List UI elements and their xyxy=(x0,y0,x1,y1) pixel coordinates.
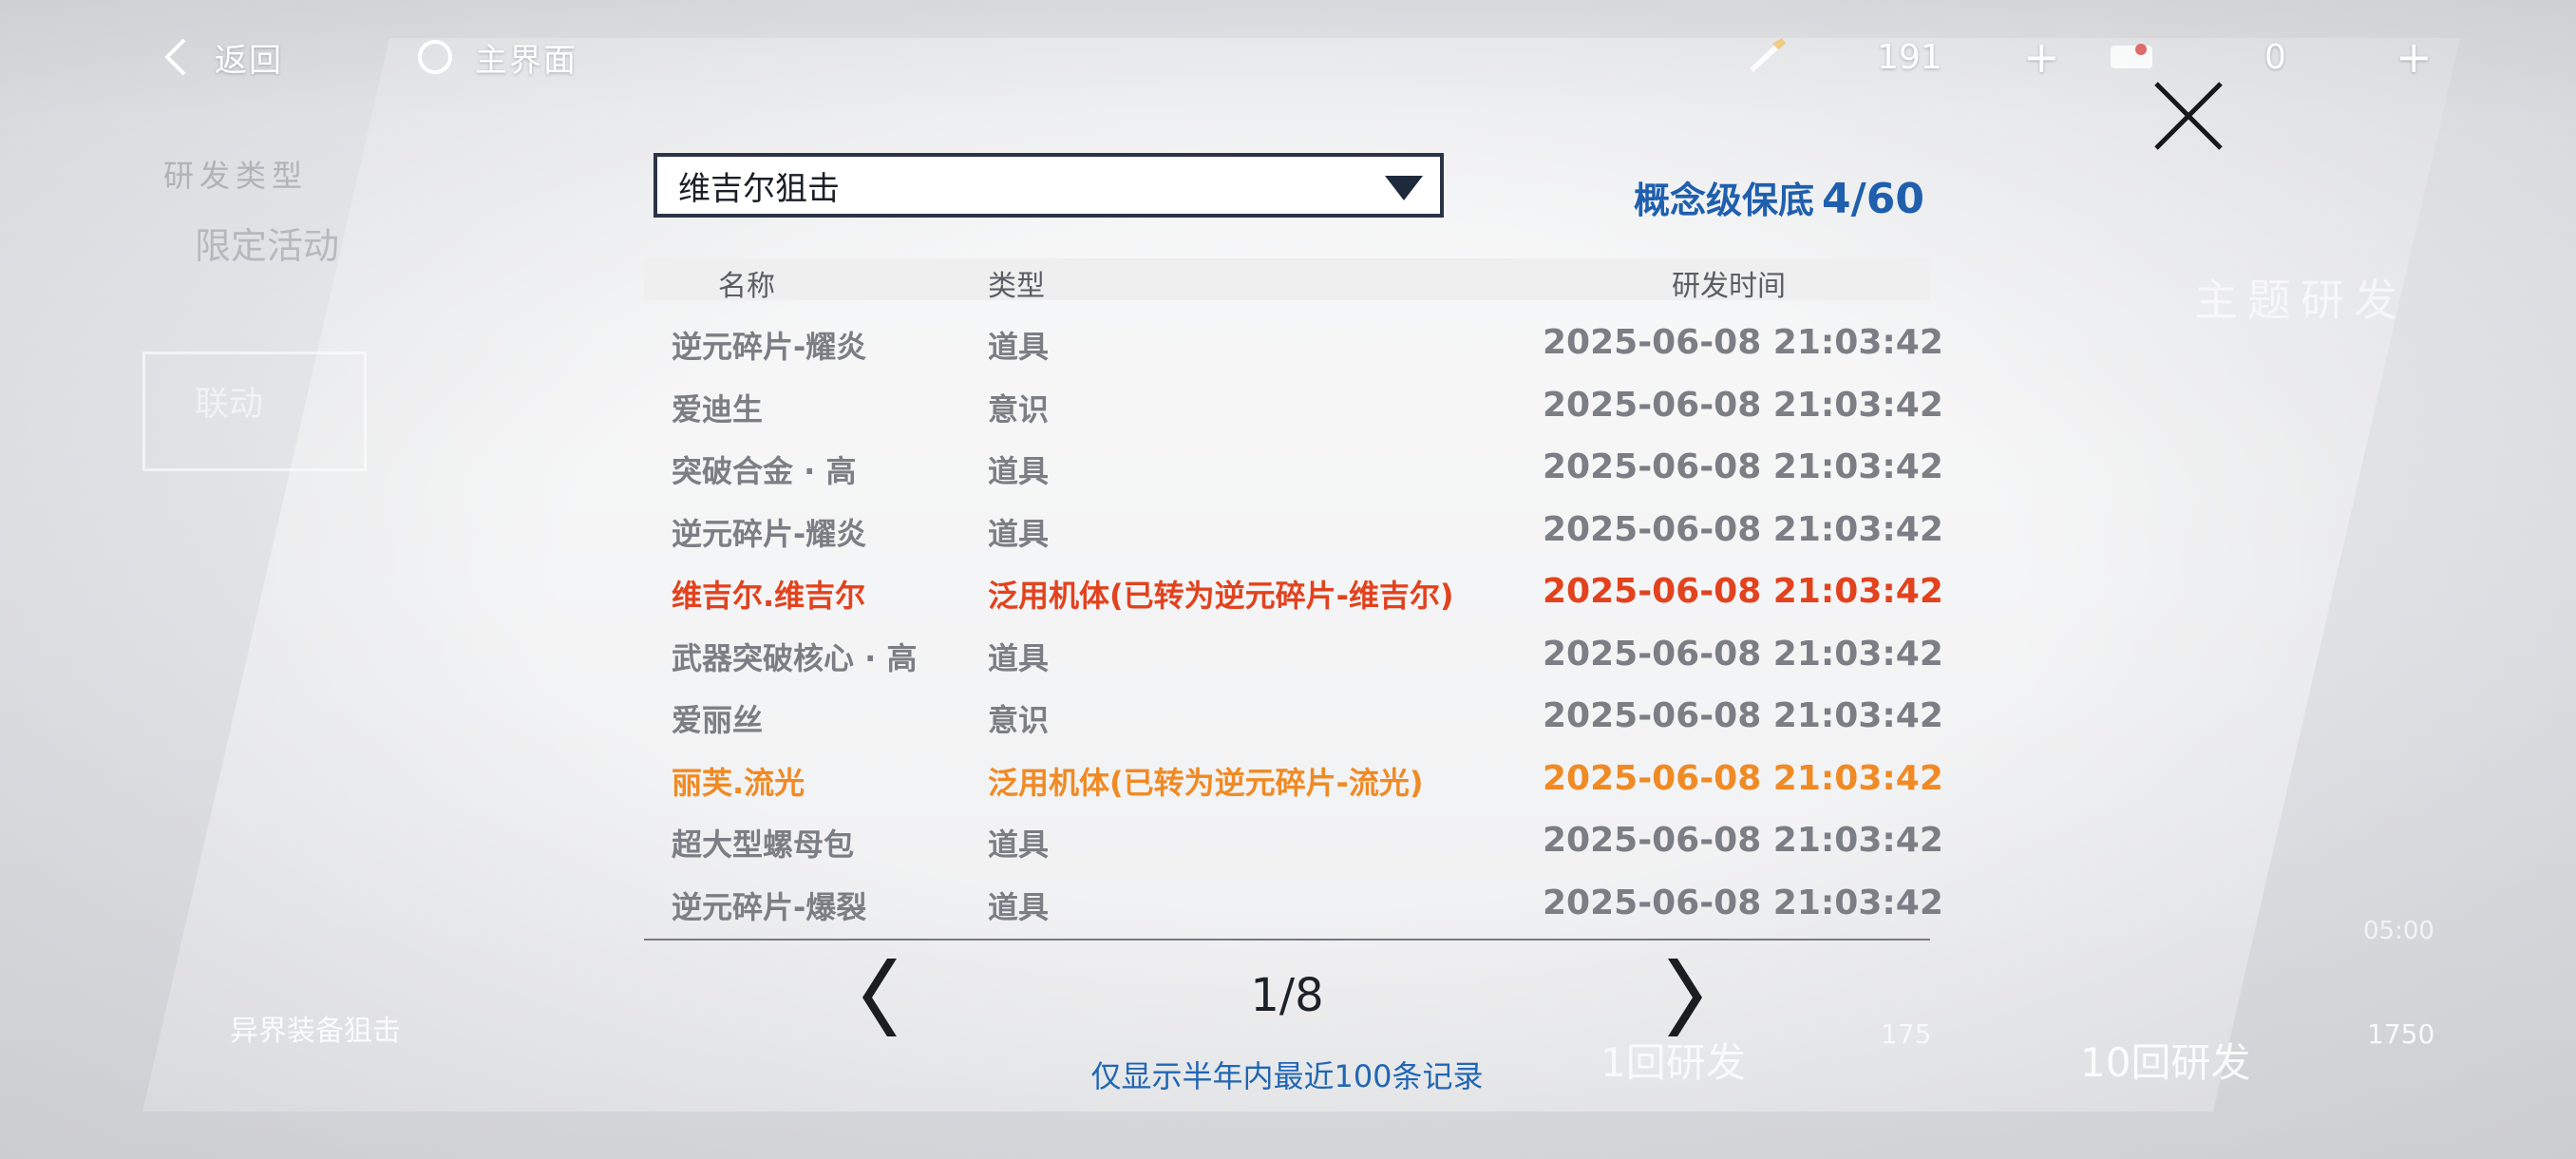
pity-value: 4/60 xyxy=(1822,175,1924,223)
record-name: 突破合金 · 高 xyxy=(672,453,857,489)
table-row: 逆元碎片-爆裂 道具 2025-06-08 21:03:42 xyxy=(644,874,1943,937)
record-name: 丽芙.流光 xyxy=(672,764,805,801)
prev-page-icon[interactable] xyxy=(855,955,912,1040)
record-name: 武器突破核心 · 高 xyxy=(672,639,918,676)
record-time: 2025-06-08 21:03:42 xyxy=(1543,385,1943,425)
bg-research-type-label: 研发类型 xyxy=(163,158,309,194)
record-name: 逆元碎片-爆裂 xyxy=(672,888,867,925)
table-divider xyxy=(644,939,1930,940)
record-type: 道具 xyxy=(988,826,1050,863)
chevron-left-icon xyxy=(164,38,186,76)
table-row: 武器突破核心 · 高 道具 2025-06-08 21:03:42 xyxy=(644,625,1943,688)
table-row: 丽芙.流光 泛用机体(已转为逆元碎片-流光) 2025-06-08 21:03:42 xyxy=(644,750,1943,812)
next-page-icon[interactable] xyxy=(1653,955,1710,1040)
bg-time: 05:00 xyxy=(2363,917,2434,945)
record-name: 逆元碎片-耀炎 xyxy=(672,515,867,552)
ticket-count: 0 xyxy=(2264,37,2286,77)
research-chip-icon xyxy=(1750,38,1786,72)
record-name: 维吉尔.维吉尔 xyxy=(672,578,866,614)
records-table: 逆元碎片-耀炎 道具 2025-06-08 21:03:42 爱迪生 意识 2025-06… xyxy=(644,314,1943,937)
table-header: 名称 类型 研发时间 xyxy=(644,258,1930,303)
record-time: 2025-06-08 21:03:42 xyxy=(1543,447,1943,486)
home-circle-icon xyxy=(418,40,452,74)
close-icon[interactable] xyxy=(2149,76,2228,156)
record-time: 2025-06-08 21:03:42 xyxy=(1543,572,1943,611)
record-time: 2025-06-08 21:03:42 xyxy=(1543,509,1943,549)
record-type: 意识 xyxy=(988,702,1050,738)
pity-counter: 概念级保底 4/60 xyxy=(1634,171,1924,223)
bg-research-10-button[interactable]: 10回研发 xyxy=(2080,1031,2250,1089)
add-research-chip-button[interactable]: + xyxy=(2023,28,2060,86)
bg-cost-1: 175 xyxy=(1881,1018,1932,1050)
table-row: 超大型螺母包 道具 2025-06-08 21:03:42 xyxy=(644,811,1943,874)
home-label: 主界面 xyxy=(475,41,578,80)
table-row: 维吉尔.维吉尔 泛用机体(已转为逆元碎片-维吉尔) 2025-06-08 21:03… xyxy=(644,562,1943,625)
record-time: 2025-06-08 21:03:42 xyxy=(1543,634,1943,674)
column-type: 类型 xyxy=(988,270,1045,303)
record-type: 泛用机体(已转为逆元碎片-流光) xyxy=(988,764,1424,801)
record-type: 道具 xyxy=(988,639,1050,676)
page-indicator: 1/8 xyxy=(1250,969,1324,1022)
back-label: 返回 xyxy=(215,41,283,80)
record-type: 道具 xyxy=(988,329,1050,365)
pity-label: 概念级保底 xyxy=(1634,180,1815,221)
bg-cost-10: 1750 xyxy=(2367,1018,2435,1050)
pool-select-dropdown[interactable]: 维吉尔狙击 xyxy=(653,153,1444,218)
bg-gear-research: 异界装备狙击 xyxy=(230,1015,401,1048)
record-time: 2025-06-08 21:03:42 xyxy=(1543,323,1943,362)
record-type: 道具 xyxy=(988,515,1050,552)
bg-theme-research-title: 主题研发 xyxy=(2194,275,2407,326)
table-row: 爱丽丝 意识 2025-06-08 21:03:42 xyxy=(644,687,1943,750)
record-type: 意识 xyxy=(988,390,1050,428)
column-name: 名称 xyxy=(718,270,775,303)
back-button[interactable]: 返回 xyxy=(161,28,283,86)
pool-select-value: 维吉尔狙击 xyxy=(678,169,840,208)
record-type: 道具 xyxy=(988,888,1050,925)
record-time: 2025-06-08 21:03:42 xyxy=(1543,758,1943,798)
column-time: 研发时间 xyxy=(1672,270,1786,303)
record-time: 2025-06-08 21:03:42 xyxy=(1543,696,1943,735)
home-button[interactable]: 主界面 xyxy=(416,28,578,86)
bg-linkage-label: 联动 xyxy=(195,385,264,424)
table-row: 逆元碎片-耀炎 道具 2025-06-08 21:03:42 xyxy=(644,501,1943,563)
record-name: 爱迪生 xyxy=(672,390,764,428)
table-row: 突破合金 · 高 道具 2025-06-08 21:03:42 xyxy=(644,438,1943,501)
ticket-icon xyxy=(2111,44,2152,68)
research-chip-count: 191 xyxy=(1877,37,1942,77)
history-note: 仅显示半年内最近100条记录 xyxy=(1090,1058,1484,1094)
record-name: 逆元碎片-耀炎 xyxy=(672,329,867,365)
add-ticket-button[interactable]: + xyxy=(2396,28,2433,86)
record-name: 超大型螺母包 xyxy=(672,826,855,863)
record-type: 泛用机体(已转为逆元碎片-维吉尔) xyxy=(988,578,1454,614)
record-name: 爱丽丝 xyxy=(672,702,764,738)
dropdown-arrow-icon xyxy=(1385,176,1423,200)
table-row: 逆元碎片-耀炎 道具 2025-06-08 21:03:42 xyxy=(644,314,1943,376)
table-row: 爱迪生 意识 2025-06-08 21:03:42 xyxy=(644,376,1943,439)
record-time: 2025-06-08 21:03:42 xyxy=(1543,883,1943,922)
bg-limited-event: 限定活动 xyxy=(195,225,340,267)
record-time: 2025-06-08 21:03:42 xyxy=(1543,821,1943,860)
record-type: 道具 xyxy=(988,453,1050,489)
